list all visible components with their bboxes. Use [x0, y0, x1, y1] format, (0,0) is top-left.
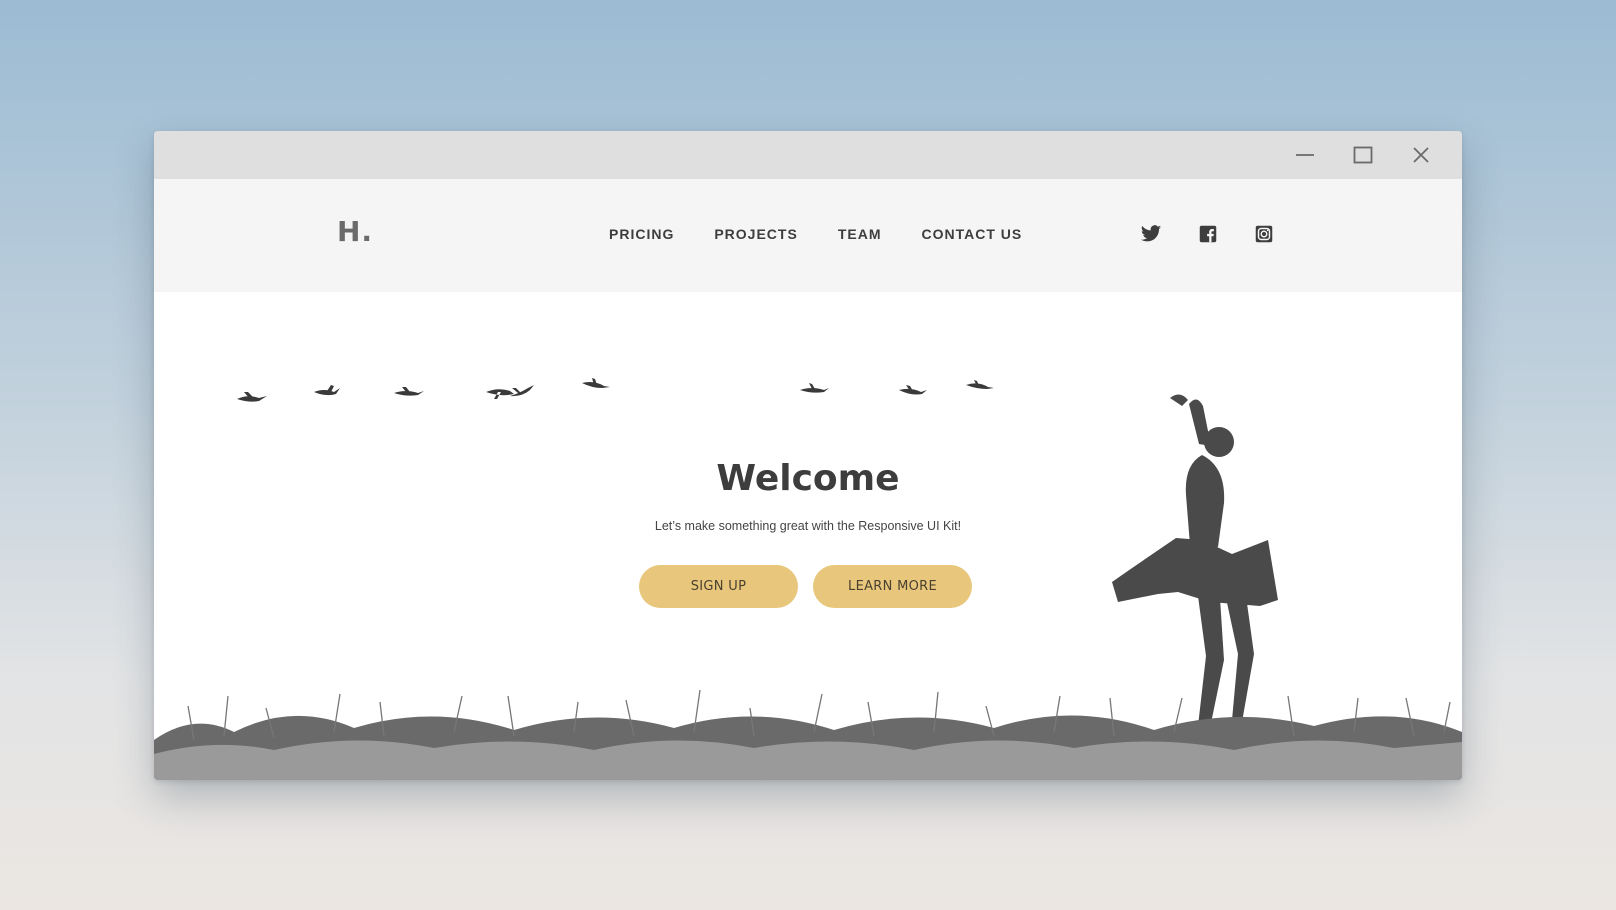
grass-field [154, 689, 1462, 780]
maximize-button[interactable] [1341, 139, 1385, 171]
hero-title: Welcome [716, 458, 900, 499]
facebook-link[interactable] [1197, 223, 1219, 245]
nav-link-contact[interactable]: CONTACT US [921, 226, 1022, 242]
window-titlebar [154, 131, 1462, 179]
sign-up-button[interactable]: SIGN UP [639, 565, 798, 608]
dancer-silhouette [1112, 394, 1278, 728]
close-icon [1413, 147, 1429, 163]
maximize-icon [1353, 146, 1373, 164]
learn-more-button[interactable]: LEARN MORE [813, 565, 972, 608]
close-button[interactable] [1399, 139, 1443, 171]
minimize-button[interactable] [1283, 139, 1327, 171]
hero-section: Welcome Let’s make something great with … [154, 292, 1462, 780]
site-header: H. PRICING PROJECTS TEAM CONTACT US [154, 179, 1462, 292]
hero-image [154, 378, 1462, 780]
nav-link-team[interactable]: TEAM [838, 226, 882, 242]
hero-subtitle: Let’s make something great with the Resp… [654, 519, 962, 533]
facebook-icon [1199, 225, 1217, 243]
instagram-icon [1255, 225, 1273, 243]
nav-link-projects[interactable]: PROJECTS [714, 226, 797, 242]
minimize-icon [1296, 154, 1314, 156]
twitter-link[interactable] [1140, 223, 1162, 245]
instagram-link[interactable] [1253, 223, 1275, 245]
site-logo[interactable]: H. [337, 215, 373, 248]
twitter-icon [1140, 225, 1162, 242]
browser-window: H. PRICING PROJECTS TEAM CONTACT US Welc… [154, 131, 1462, 780]
nav-link-pricing[interactable]: PRICING [609, 226, 674, 242]
main-nav: PRICING PROJECTS TEAM CONTACT US [609, 226, 1062, 242]
birds-illustration [237, 378, 994, 402]
